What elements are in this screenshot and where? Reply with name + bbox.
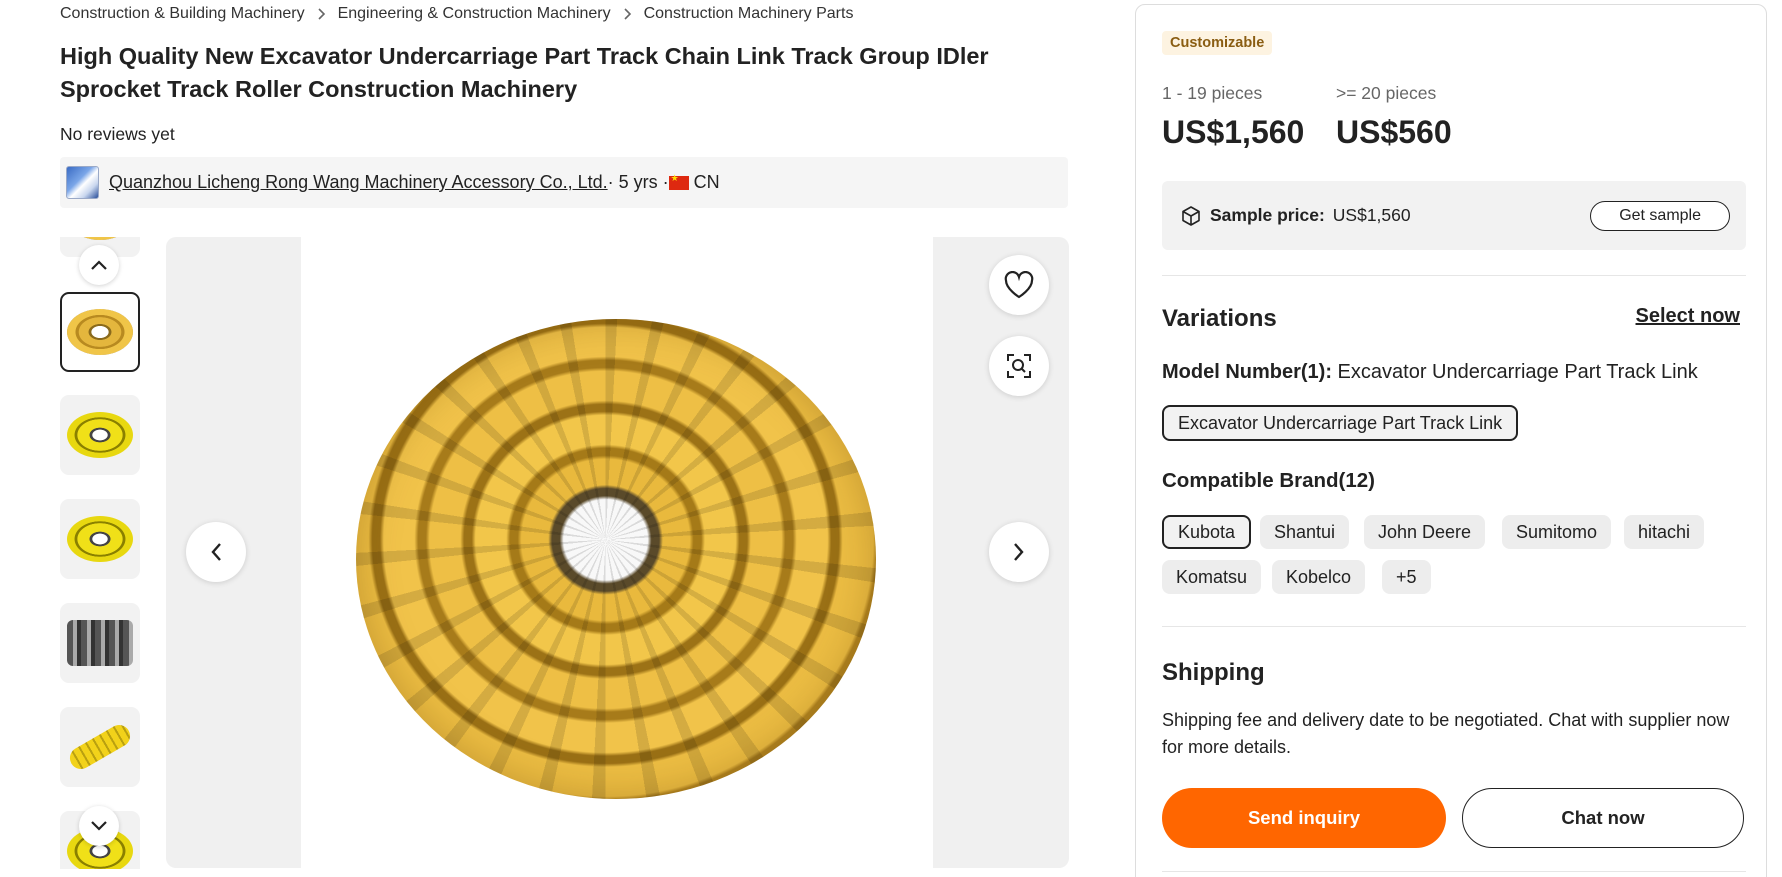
thumbnails-up-button[interactable] [79,245,119,285]
thumbnail-5[interactable] [60,707,140,787]
image-search-button[interactable] [989,336,1049,396]
sample-price-box: Sample price: US$1,560 Get sample [1162,181,1746,250]
thumbnail-image [67,412,133,458]
send-inquiry-button[interactable]: Send inquiry [1162,788,1446,848]
china-flag-icon [668,173,689,190]
supplier-country: CN [693,172,720,192]
breadcrumb-item-construction-building[interactable]: Construction & Building Machinery [60,5,305,23]
purchase-panel: Customizable 1 - 19 pieces US$1,560 >= 2… [1135,4,1767,877]
track-chain-image [356,319,876,799]
thumbnail-3[interactable] [60,499,140,579]
variations-title: Variations [1162,305,1277,332]
next-image-button[interactable] [989,522,1049,582]
shipping-description: Shipping fee and delivery date to be neg… [1162,710,1730,757]
breadcrumb-item-construction-parts[interactable]: Construction Machinery Parts [644,5,854,23]
thumbnail-image [67,237,133,240]
main-product-image[interactable] [166,237,1069,868]
divider [1162,871,1746,872]
tier-quantity: >= 20 pieces [1336,83,1437,103]
divider [1162,626,1746,627]
price-tier-1: 1 - 19 pieces US$1,560 [1162,83,1304,151]
brand-chip-john-deere[interactable]: John Deere [1364,515,1486,549]
chevron-right-icon [1014,543,1024,561]
model-number-label: Model Number(1): [1162,361,1332,383]
previous-image-button[interactable] [186,522,246,582]
more-brands-chip[interactable]: +5 [1382,560,1431,594]
product-title: High Quality New Excavator Undercarriage… [60,43,989,102]
brand-chip-kobelco[interactable]: Kobelco [1272,560,1366,594]
thumbnail-image [67,309,133,355]
reviews-status: No reviews yet [60,124,175,144]
get-sample-button[interactable]: Get sample [1590,201,1730,231]
chat-now-button[interactable]: Chat now [1462,788,1744,848]
sample-price-value: US$1,560 [1332,205,1411,225]
supplier-logo [66,166,99,199]
brand-chip-hitachi[interactable]: hitachi [1624,515,1705,549]
breadcrumb-item-engineering-construction[interactable]: Engineering & Construction Machinery [338,5,611,23]
thumbnail-image [65,720,135,774]
thumbnails-down-button[interactable] [79,806,119,846]
sample-price-label: Sample price: [1210,205,1325,225]
divider [1162,275,1746,276]
chevron-right-icon [623,8,632,20]
model-number-value: Excavator Undercarriage Part Track Link [1332,361,1698,383]
brand-chip-shantui[interactable]: Shantui [1260,515,1350,549]
brand-chip-komatsu[interactable]: Komatsu [1162,560,1262,594]
supplier-bar: Quanzhou Licheng Rong Wang Machinery Acc… [60,157,1068,208]
tier-price: US$1,560 [1162,114,1305,150]
chevron-up-icon [91,260,107,270]
tier-price: US$560 [1336,114,1452,150]
thumbnail-2[interactable] [60,395,140,475]
thumbnail-image [67,516,133,562]
brand-chip-sumitomo[interactable]: Sumitomo [1502,515,1612,549]
supplier-years: · 5 yrs · [607,172,669,192]
supplier-name-link[interactable]: Quanzhou Licheng Rong Wang Machinery Acc… [109,172,608,193]
brand-chip-kubota[interactable]: Kubota [1162,515,1252,549]
favorite-button[interactable] [989,255,1049,315]
compatible-brand-label: Compatible Brand(12) [1162,469,1375,492]
tier-quantity: 1 - 19 pieces [1162,83,1263,103]
box-icon [1182,205,1200,226]
breadcrumb: Construction & Building Machinery Engine… [60,5,853,23]
thumbnail-4[interactable] [60,603,140,683]
visual-search-icon [1007,354,1031,378]
thumbnail-image [67,620,133,666]
customizable-badge: Customizable [1162,31,1273,55]
chevron-down-icon [91,821,107,831]
thumbnail-1[interactable] [60,292,140,372]
thumbnail-list [60,237,141,869]
select-now-link[interactable]: Select now [1636,305,1740,328]
model-option-chip[interactable]: Excavator Undercarriage Part Track Link [1162,405,1519,441]
model-number-line: Model Number(1): Excavator Undercarriage… [1162,361,1698,384]
heart-icon [1004,271,1034,299]
chevron-right-icon [317,8,326,20]
price-tier-2: >= 20 pieces US$560 [1336,83,1452,151]
shipping-title: Shipping [1162,659,1265,686]
chevron-left-icon [211,543,221,561]
